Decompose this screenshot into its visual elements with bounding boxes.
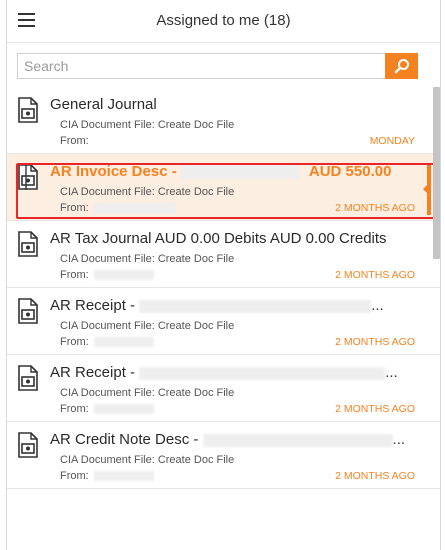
search-button[interactable]: [385, 53, 418, 79]
item-timestamp: MONDAY: [369, 135, 415, 147]
item-title-prefix: AR Invoice Desc -: [50, 163, 181, 180]
document-icon: [18, 97, 38, 123]
item-title: General Journal: [50, 96, 157, 113]
redacted-text: [139, 366, 386, 380]
item-meta: CIA Document File: Create Doc File: [60, 320, 235, 332]
item-timestamp: 2 MONTHS AGO: [335, 470, 415, 482]
from-label: From:: [60, 269, 89, 281]
item-timestamp: 2 MONTHS AGO: [335, 269, 415, 281]
redacted-sender: [93, 270, 154, 281]
from-label: From:: [60, 135, 89, 147]
scrollbar-thumb[interactable]: [433, 87, 440, 259]
search-icon: [394, 59, 409, 74]
item-title: AR Tax Journal AUD 0.00 Debits AUD 0.00 …: [50, 230, 387, 247]
redacted-sender: [93, 471, 154, 482]
selection-arrow-icon: [423, 184, 428, 194]
item-from: From:: [60, 470, 154, 482]
redacted-sender: [93, 404, 154, 415]
assigned-list-app: Assigned to me (18) General Journal CIA …: [6, 0, 441, 550]
redacted-text: [139, 299, 372, 313]
page-title: Assigned to me (18): [156, 12, 291, 29]
redacted-text: [180, 165, 299, 180]
redacted-text: [202, 433, 393, 447]
document-icon: [18, 365, 38, 391]
redacted-sender: [93, 202, 176, 214]
item-title: AR Receipt - ...: [50, 297, 410, 314]
item-meta: CIA Document File: Create Doc File: [60, 454, 235, 466]
header-bar: Assigned to me (18): [7, 0, 440, 43]
document-icon: [18, 164, 38, 190]
item-title: AR Credit Note Desc - ...: [50, 431, 410, 448]
item-timestamp: 2 MONTHS AGO: [335, 336, 415, 348]
item-timestamp: 2 MONTHS AGO: [335, 403, 415, 415]
list-item[interactable]: AR Credit Note Desc - ... CIA Document F…: [7, 422, 440, 489]
item-from: From:: [60, 403, 154, 415]
from-label: From:: [60, 202, 89, 214]
item-from: From:: [60, 336, 154, 348]
item-title: AR Invoice Desc - AUD 550.00: [50, 163, 410, 180]
search-input[interactable]: [17, 53, 385, 79]
list-item[interactable]: AR Receipt - ... CIA Document File: Crea…: [7, 288, 440, 355]
list-item[interactable]: AR Tax Journal AUD 0.00 Debits AUD 0.00 …: [7, 221, 440, 288]
task-list: General Journal CIA Document File: Creat…: [7, 87, 440, 550]
item-from: From:: [60, 202, 176, 214]
document-icon: [18, 231, 38, 257]
item-meta: CIA Document File: Create Doc File: [60, 119, 235, 131]
item-title: AR Receipt - ...: [50, 364, 410, 381]
document-icon: [18, 432, 38, 458]
from-label: From:: [60, 470, 89, 482]
item-meta: CIA Document File: Create Doc File: [60, 253, 235, 265]
from-label: From:: [60, 336, 89, 348]
item-meta: CIA Document File: Create Doc File: [60, 186, 235, 198]
item-title-amount: AUD 550.00: [308, 163, 392, 180]
item-title-prefix: AR Receipt -: [50, 297, 140, 314]
item-from: From:: [60, 135, 89, 147]
list-scrollbar[interactable]: [433, 87, 440, 550]
item-title-ellipsis: ...: [392, 431, 406, 448]
list-item[interactable]: AR Receipt - ... CIA Document File: Crea…: [7, 355, 440, 422]
from-label: From:: [60, 403, 89, 415]
item-from: From:: [60, 269, 154, 281]
item-title-prefix: AR Receipt -: [50, 364, 140, 381]
list-item[interactable]: General Journal CIA Document File: Creat…: [7, 87, 440, 154]
item-title-ellipsis: ...: [385, 364, 398, 381]
redacted-sender: [93, 337, 154, 348]
item-title-prefix: AR Credit Note Desc -: [50, 431, 203, 448]
item-meta: CIA Document File: Create Doc File: [60, 387, 235, 399]
item-title-ellipsis: ...: [371, 297, 384, 314]
search-row: [7, 43, 440, 87]
item-timestamp: 2 MONTHS AGO: [335, 202, 415, 214]
document-icon: [18, 298, 38, 324]
list-item-selected[interactable]: AR Invoice Desc - AUD 550.00 CIA Documen…: [7, 154, 440, 221]
